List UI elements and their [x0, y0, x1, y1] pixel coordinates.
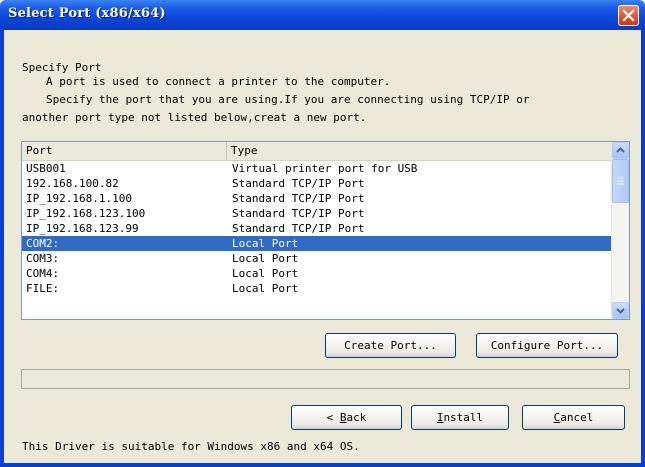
scroll-thumb[interactable]	[612, 159, 629, 203]
close-icon	[622, 9, 635, 22]
section-heading: Specify Port	[22, 61, 102, 74]
port-cell: USB001	[26, 162, 66, 175]
table-row[interactable]: USB001 Virtual printer port for USB	[22, 161, 613, 176]
progress-bar	[21, 369, 630, 389]
port-cell: COM3:	[26, 252, 60, 265]
type-cell: Standard TCP/IP Port	[232, 177, 365, 190]
port-cell: IP_192.168.123.99	[26, 222, 139, 235]
title-bar[interactable]: Select Port (x86/x64)	[0, 0, 645, 30]
table-row[interactable]: 192.168.100.82 Standard TCP/IP Port	[22, 176, 613, 191]
port-cell: IP_192.168.123.100	[26, 207, 146, 220]
type-cell: Standard TCP/IP Port	[232, 192, 365, 205]
scroll-down-button[interactable]	[612, 302, 629, 319]
install-label: nstall	[443, 411, 484, 424]
table-row[interactable]: IP_192.168.1.100 Standard TCP/IP Port	[22, 191, 613, 206]
scroll-up-button[interactable]	[612, 142, 629, 159]
port-cell: IP_192.168.1.100	[26, 192, 132, 205]
grip-icon	[617, 177, 624, 185]
intro-line-2: Specify the port that you are using.If y…	[46, 93, 530, 106]
back-button[interactable]: < Back	[291, 405, 402, 430]
back-label: ack	[346, 411, 367, 424]
dialog-window: Select Port (x86/x64) Specify Port A por…	[0, 0, 645, 467]
port-list[interactable]: Port Type USB001 Virtual printer port fo…	[21, 141, 630, 320]
cancel-label: ancel	[560, 411, 594, 424]
table-row[interactable]: IP_192.168.123.99 Standard TCP/IP Port	[22, 221, 613, 236]
configure-port-button[interactable]: Configure Port...	[476, 333, 618, 358]
install-button[interactable]: Install	[411, 405, 509, 430]
list-header: Port Type	[22, 142, 613, 161]
table-row-selected[interactable]: COM2: Local Port	[22, 236, 613, 251]
column-header-port[interactable]: Port	[22, 142, 227, 160]
vertical-scrollbar[interactable]	[611, 142, 629, 319]
port-cell: COM2:	[26, 237, 60, 250]
table-row[interactable]: IP_192.168.123.100 Standard TCP/IP Port	[22, 206, 613, 221]
type-cell: Virtual printer port for USB	[232, 162, 418, 175]
chevron-down-icon	[616, 308, 625, 314]
cancel-button[interactable]: Cancel	[522, 405, 625, 430]
chevron-up-icon	[616, 147, 625, 153]
column-header-type[interactable]: Type	[227, 142, 613, 160]
type-cell: Standard TCP/IP Port	[232, 207, 365, 220]
create-port-button[interactable]: Create Port...	[325, 333, 456, 358]
type-cell: Local Port	[232, 237, 299, 250]
close-button[interactable]	[618, 5, 639, 26]
intro-line-3: another port type not listed below,creat…	[22, 111, 367, 124]
table-row[interactable]: FILE: Local Port	[22, 281, 613, 296]
table-row[interactable]: COM3: Local Port	[22, 251, 613, 266]
intro-line-1: A port is used to connect a printer to t…	[46, 75, 391, 88]
type-cell: Local Port	[232, 252, 299, 265]
back-accelerator: B	[339, 411, 347, 424]
type-cell: Local Port	[232, 282, 299, 295]
footer-note: This Driver is suitable for Windows x86 …	[22, 440, 360, 453]
port-cell: COM4:	[26, 267, 60, 280]
type-cell: Local Port	[232, 267, 299, 280]
port-cell: FILE:	[26, 282, 60, 295]
port-cell: 192.168.100.82	[26, 177, 119, 190]
table-row[interactable]: COM4: Local Port	[22, 266, 613, 281]
window-title: Select Port (x86/x64)	[8, 6, 166, 21]
back-arrow: <	[326, 411, 334, 424]
type-cell: Standard TCP/IP Port	[232, 222, 365, 235]
